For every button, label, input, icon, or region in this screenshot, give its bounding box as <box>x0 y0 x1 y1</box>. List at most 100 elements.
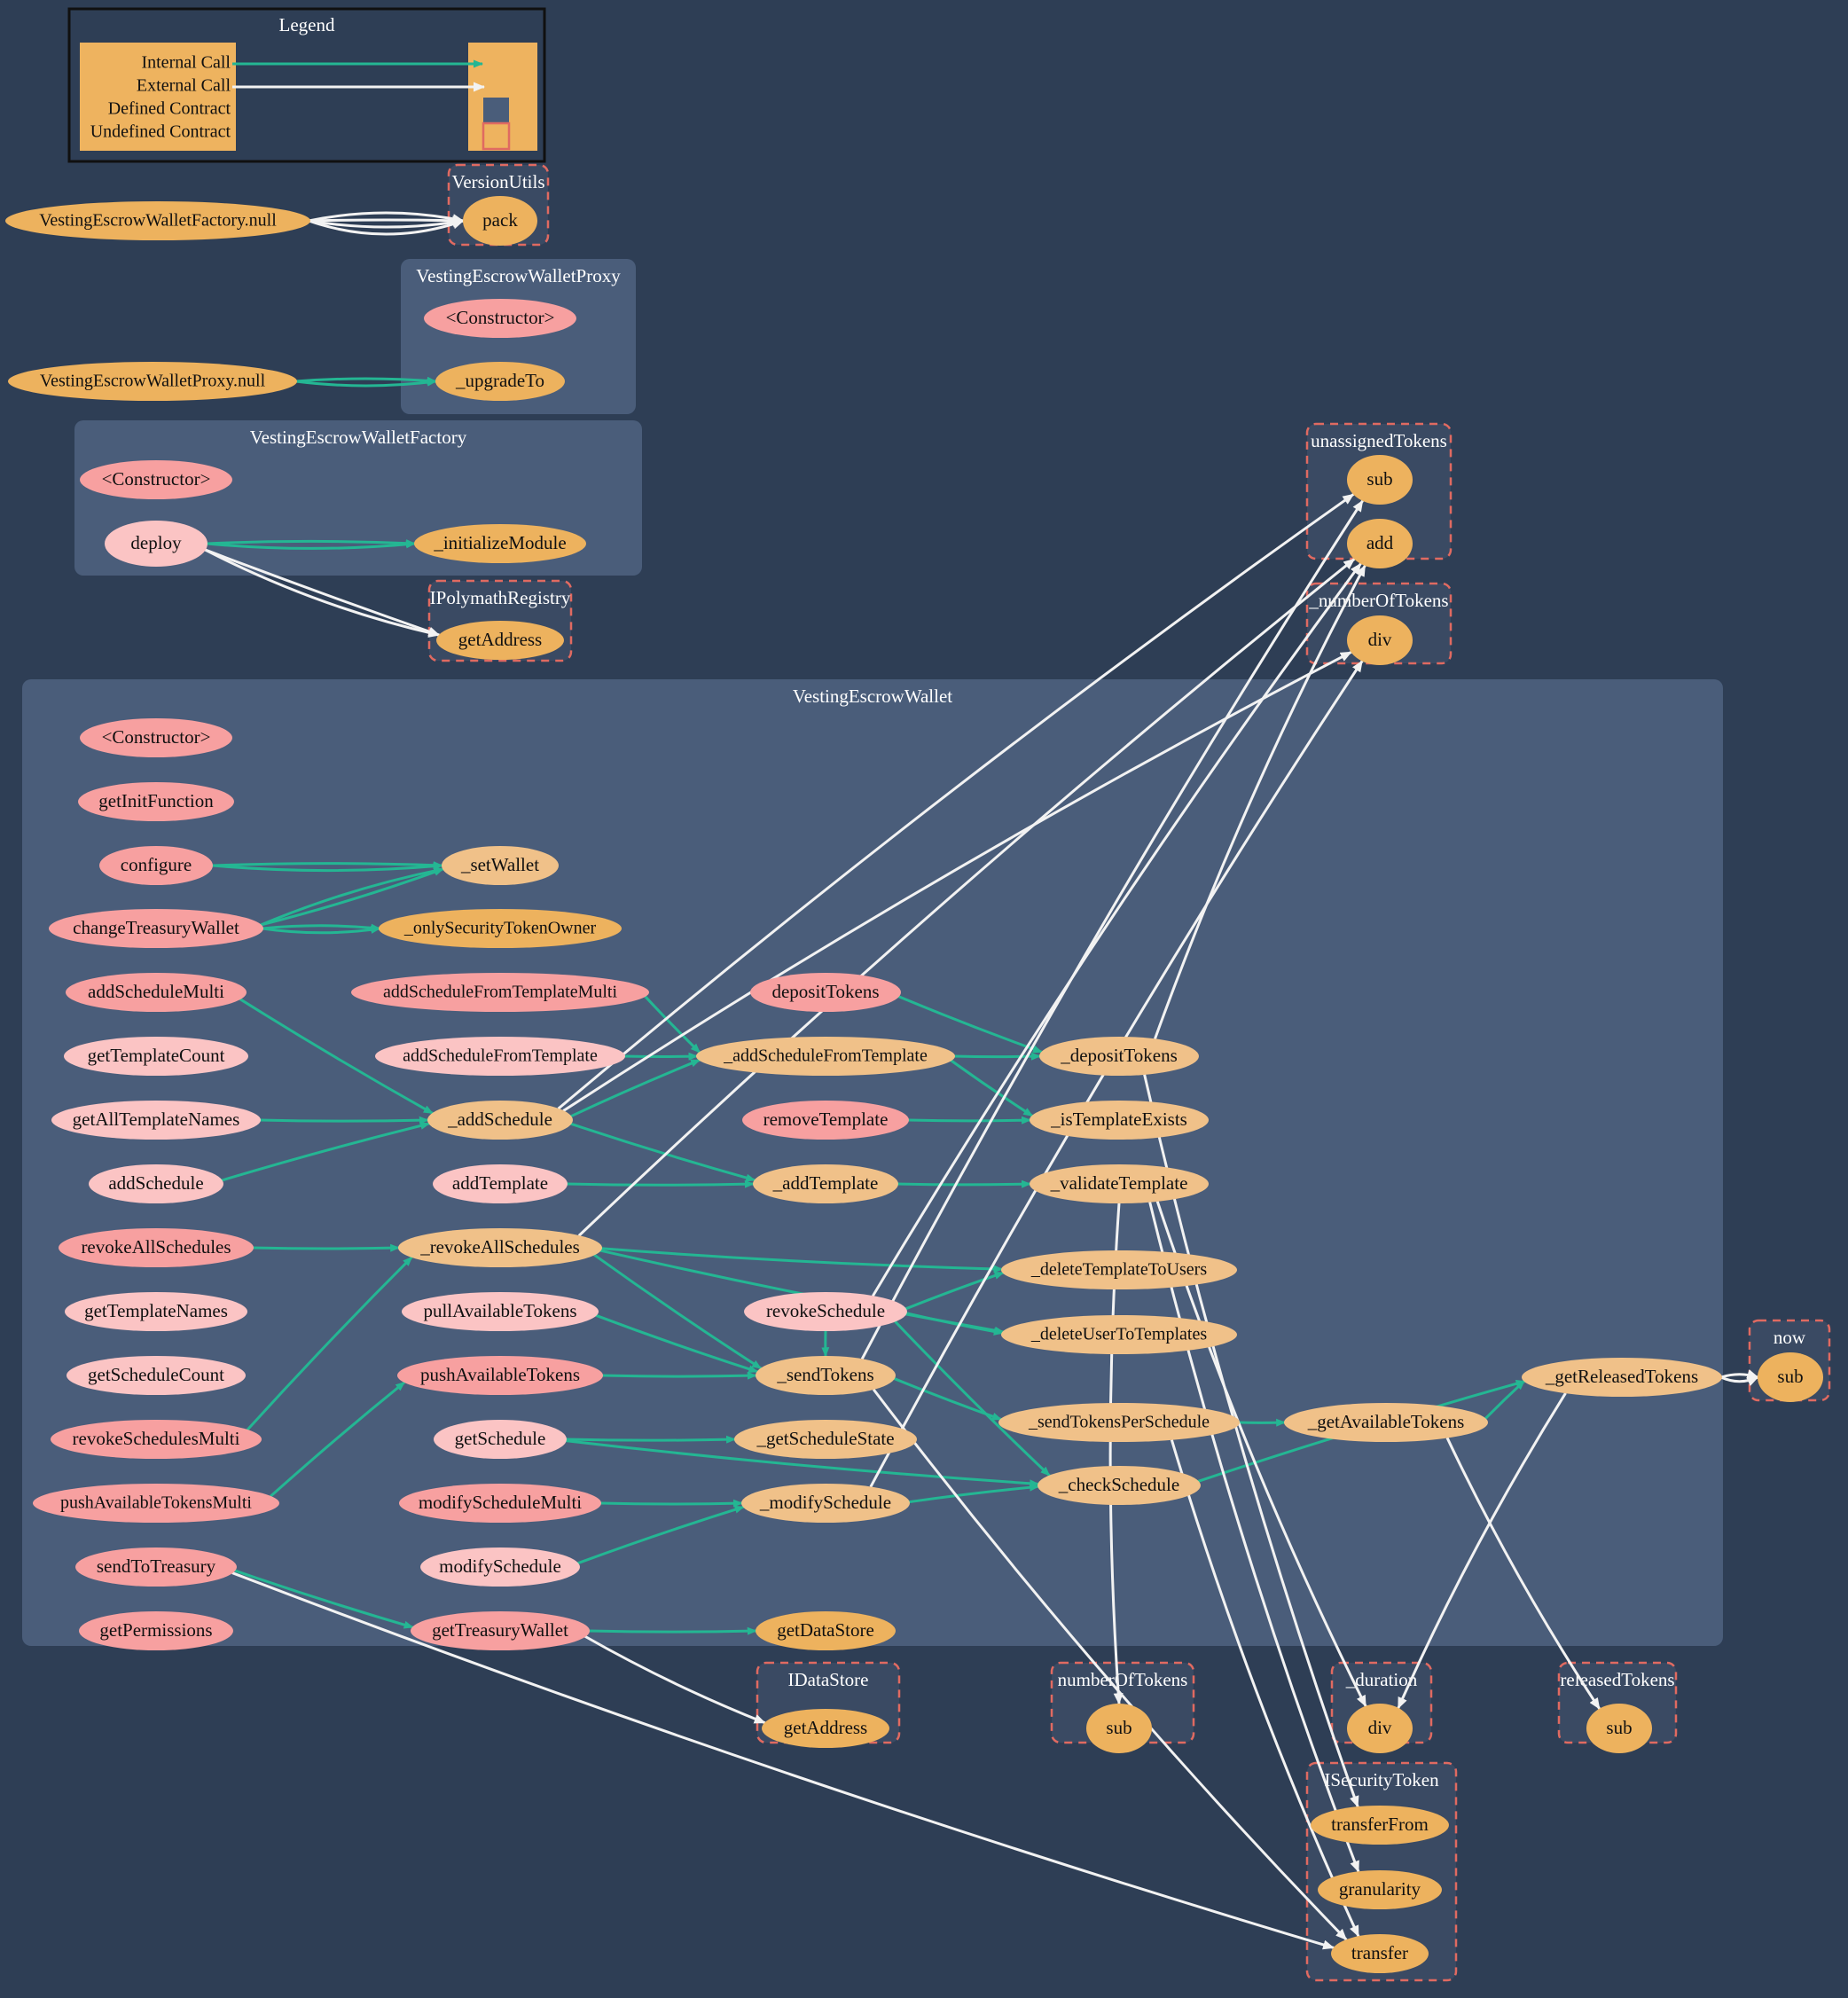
cluster-title: VestingEscrowWalletFactory <box>250 427 467 448</box>
node-n_transfer[interactable]: transfer <box>1331 1934 1429 1973</box>
node-label: transferFrom <box>1331 1814 1429 1835</box>
node-label: <Constructor> <box>102 468 211 490</box>
node-n__isTemplateExists[interactable]: _isTemplateExists <box>1030 1101 1209 1140</box>
node-label: _sendTokens <box>776 1364 873 1385</box>
node-n_pushAvailableTokens[interactable]: pushAvailableTokens <box>397 1356 603 1395</box>
cluster-title: now <box>1774 1327 1806 1348</box>
node-n__getAvailableTokens[interactable]: _getAvailableTokens <box>1284 1403 1488 1442</box>
node-label: getTreasuryWallet <box>432 1619 568 1641</box>
node-n_onlySecurityTokenOwner[interactable]: _onlySecurityTokenOwner <box>379 909 622 948</box>
node-label: _getAvailableTokens <box>1307 1411 1465 1432</box>
node-label: getTemplateNames <box>84 1300 228 1321</box>
node-n_getTemplateNames[interactable]: getTemplateNames <box>65 1292 247 1331</box>
node-n_initModule[interactable]: _initializeModule <box>414 524 586 563</box>
node-n_getTemplateCount[interactable]: getTemplateCount <box>64 1037 248 1076</box>
node-n_pullAvailableTokens[interactable]: pullAvailableTokens <box>402 1292 599 1331</box>
node-label: sub <box>1606 1717 1632 1738</box>
node-n_getPermissions[interactable]: getPermissions <box>79 1611 233 1650</box>
node-label: pushAvailableTokens <box>420 1364 580 1385</box>
edge-internal <box>259 1116 429 1124</box>
node-n_removeTemplate[interactable]: removeTemplate <box>742 1101 909 1140</box>
node-n_wallet_ctor[interactable]: <Constructor> <box>80 718 232 757</box>
node-n_addScheduleFromTemplate[interactable]: addScheduleFromTemplate <box>375 1037 625 1076</box>
node-label: revokeSchedule <box>766 1300 885 1321</box>
node-n_changeTreasuryWallet[interactable]: changeTreasuryWallet <box>49 909 263 948</box>
legend: Legend Internal Call External Call Defin… <box>67 7 546 163</box>
node-label: revokeSchedulesMulti <box>73 1428 240 1449</box>
node-label: sub <box>1106 1717 1132 1738</box>
node-label: pack <box>482 209 518 231</box>
node-n_vewf_null[interactable]: VestingEscrowWalletFactory.null <box>5 201 310 240</box>
node-n_addTemplate[interactable]: addTemplate <box>433 1164 568 1203</box>
node-label: _addTemplate <box>772 1172 879 1194</box>
node-n__checkSchedule[interactable]: _checkSchedule <box>1038 1466 1201 1505</box>
node-n_getTreasuryWallet[interactable]: getTreasuryWallet <box>411 1611 590 1650</box>
node-label: getScheduleCount <box>88 1364 224 1385</box>
node-n__addTemplate[interactable]: _addTemplate <box>753 1164 898 1203</box>
node-n_configure[interactable]: configure <box>99 846 213 885</box>
node-n_div_numtokens[interactable]: div <box>1347 615 1413 665</box>
node-n_addScheduleFromTemplateMulti[interactable]: addScheduleFromTemplateMulti <box>351 973 649 1012</box>
node-n__addScheduleFromTemplate[interactable]: _addScheduleFromTemplate <box>696 1037 955 1076</box>
node-label: VestingEscrowWalletProxy.null <box>40 372 266 391</box>
node-n_deploy[interactable]: deploy <box>105 521 208 567</box>
node-label: _initializeModule <box>433 532 566 553</box>
node-label: pushAvailableTokensMulti <box>60 1493 252 1513</box>
node-n_getAddress_ids[interactable]: getAddress <box>762 1709 889 1748</box>
node-n__getScheduleState[interactable]: _getScheduleState <box>734 1420 917 1459</box>
node-n_getSchedule[interactable]: getSchedule <box>434 1420 567 1459</box>
node-n_add_unassigned[interactable]: add <box>1347 519 1413 568</box>
node-n__sendTokensPerSchedule[interactable]: _sendTokensPerSchedule <box>998 1403 1240 1442</box>
edge-internal <box>295 376 437 385</box>
node-n__deleteTemplateToUsers[interactable]: _deleteTemplateToUsers <box>1001 1250 1237 1289</box>
node-n__sendTokens[interactable]: _sendTokens <box>756 1356 896 1395</box>
node-n__addSchedule[interactable]: _addSchedule <box>427 1101 573 1140</box>
node-n_getDataStore[interactable]: getDataStore <box>756 1611 896 1650</box>
node-n__depositTokens[interactable]: _depositTokens <box>1039 1037 1199 1076</box>
node-n_getScheduleCount[interactable]: getScheduleCount <box>67 1356 246 1395</box>
node-n_depositTokens[interactable]: depositTokens <box>750 973 901 1012</box>
node-n_revokeAllSchedules[interactable]: revokeAllSchedules <box>59 1228 254 1267</box>
node-n_granularity[interactable]: granularity <box>1318 1870 1442 1909</box>
node-n_getAddress_ipr[interactable]: getAddress <box>436 621 564 660</box>
node-label: _deleteUserToTemplates <box>1030 1325 1207 1344</box>
node-label: removeTemplate <box>763 1109 889 1130</box>
edge-internal <box>567 1179 755 1188</box>
node-n_sub_now[interactable]: sub <box>1758 1352 1823 1402</box>
node-n_modifyScheduleMulti[interactable]: modifyScheduleMulti <box>399 1484 601 1523</box>
node-n_addSchedule[interactable]: addSchedule <box>89 1164 223 1203</box>
node-n_proxy_ctor[interactable]: <Constructor> <box>424 299 576 338</box>
node-n_setWallet[interactable]: _setWallet <box>442 846 559 885</box>
node-label: _getScheduleState <box>756 1428 894 1449</box>
node-n__revokeAllSchedules[interactable]: _revokeAllSchedules <box>398 1228 602 1267</box>
node-n_pack[interactable]: pack <box>463 196 537 246</box>
node-label: sendToTreasury <box>97 1555 216 1577</box>
node-label: <Constructor> <box>102 726 211 748</box>
node-n_sub_releasedTokens[interactable]: sub <box>1586 1704 1652 1753</box>
node-n_vewp_null[interactable]: VestingEscrowWalletProxy.null <box>8 362 297 401</box>
node-n__validateTemplate[interactable]: _validateTemplate <box>1030 1164 1209 1203</box>
node-n_vewf_ctor[interactable]: <Constructor> <box>80 460 232 499</box>
node-n_getAllTemplateNames[interactable]: getAllTemplateNames <box>51 1101 261 1140</box>
node-n__deleteUserToTemplates[interactable]: _deleteUserToTemplates <box>1001 1315 1237 1354</box>
node-n_revokeSchedulesMulti[interactable]: revokeSchedulesMulti <box>51 1420 262 1459</box>
edge-external <box>309 215 465 226</box>
node-n_modifySchedule[interactable]: modifySchedule <box>420 1547 580 1587</box>
node-label: _modifySchedule <box>759 1492 891 1513</box>
cluster-title: IPolymathRegistry <box>430 587 571 608</box>
node-n__modifySchedule[interactable]: _modifySchedule <box>741 1484 910 1523</box>
node-n_upgradeTo[interactable]: _upgradeTo <box>435 362 565 401</box>
node-n_div_duration[interactable]: div <box>1347 1704 1413 1753</box>
node-n_sub_unassigned[interactable]: sub <box>1347 455 1413 505</box>
node-n_transferFrom[interactable]: transferFrom <box>1311 1806 1449 1845</box>
node-n_pushAvailableTokensMulti[interactable]: pushAvailableTokensMulti <box>33 1484 279 1523</box>
node-n__getReleasedTokens[interactable]: _getReleasedTokens <box>1522 1358 1722 1397</box>
node-label: sub <box>1366 468 1392 490</box>
node-n_getInitFunction[interactable]: getInitFunction <box>78 782 234 821</box>
node-n_sendToTreasury[interactable]: sendToTreasury <box>75 1547 237 1587</box>
node-n_revokeSchedule[interactable]: revokeSchedule <box>744 1292 907 1331</box>
node-label: _addSchedule <box>447 1109 552 1130</box>
node-n_sub_numberOfTokens[interactable]: sub <box>1086 1704 1152 1753</box>
legend-label-undefined-contract: Undefined Contract <box>90 122 231 142</box>
node-n_addScheduleMulti[interactable]: addScheduleMulti <box>66 973 247 1012</box>
